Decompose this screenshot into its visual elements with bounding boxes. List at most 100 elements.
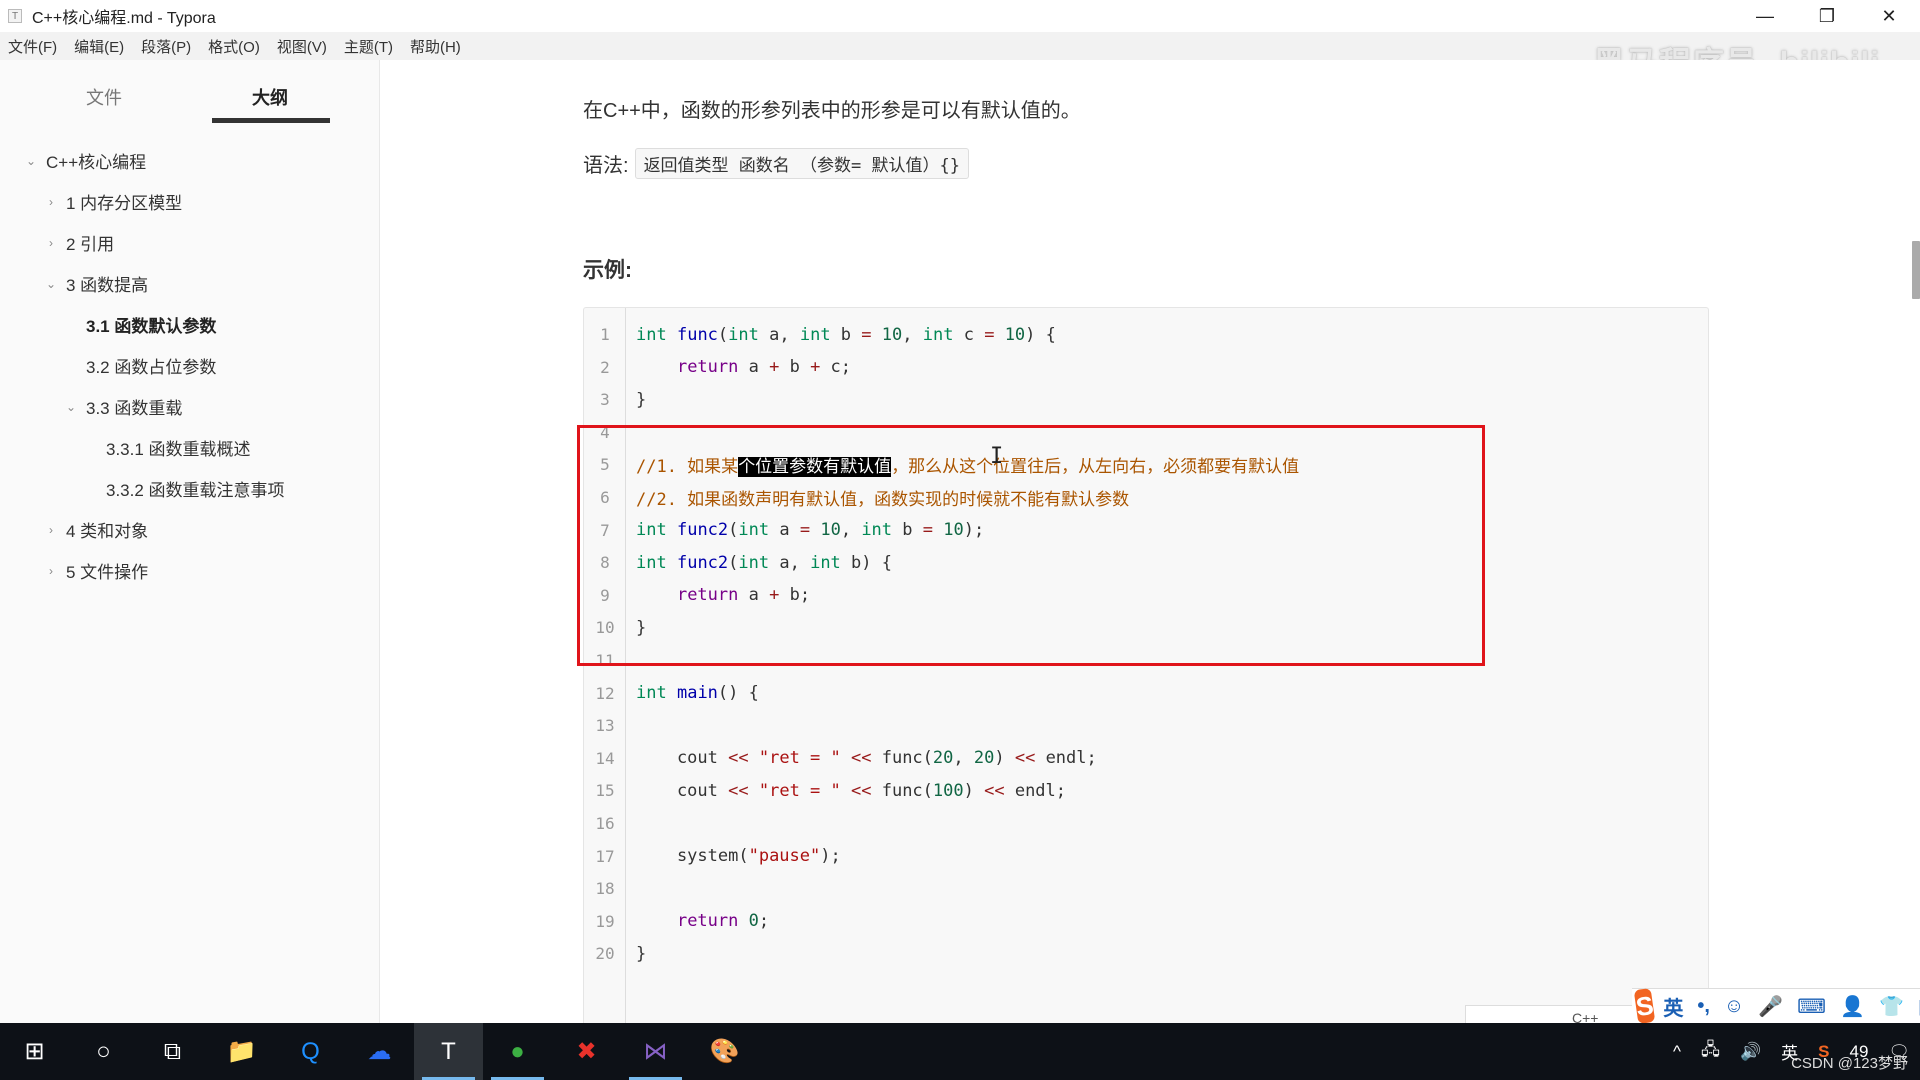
keyboard-icon[interactable]: ⌨ <box>1797 994 1826 1019</box>
active-tab-indicator <box>212 118 330 123</box>
punctuation-icon[interactable]: •, <box>1697 995 1710 1018</box>
line-number: 12 <box>595 683 615 703</box>
window-title: C++核心编程.md - Typora <box>32 10 216 27</box>
code-text: return a + b; <box>676 585 811 606</box>
menu-paragraph[interactable]: 段落(P) <box>141 36 191 57</box>
code-language-label[interactable]: C++ <box>1465 1005 1640 1026</box>
taskbar-xmind-icon[interactable]: ✖ <box>552 1023 621 1080</box>
line-number: 14 <box>595 748 615 768</box>
taskbar-visual-studio-icon[interactable]: ⋈ <box>621 1023 690 1080</box>
menu-theme[interactable]: 主题(T) <box>344 36 393 57</box>
taskbar-green-app-icon[interactable]: ● <box>483 1023 552 1080</box>
tab-files[interactable]: 文件 <box>86 84 122 110</box>
intro-paragraph: 在C++中，函数的形参列表中的形参是可以有默认值的。 <box>583 100 1081 122</box>
line-number: 9 <box>600 585 610 605</box>
line-number: 1 <box>600 325 610 344</box>
restore-button[interactable]: ❐ <box>1796 0 1858 32</box>
chevron-right-icon[interactable]: › <box>44 564 58 578</box>
taskbar-file-explorer-icon[interactable]: 📁 <box>207 1023 276 1080</box>
code-line: 6 //2. 如果函数声明有默认值，函数实现的时候就不能有默认参数 <box>584 481 1708 514</box>
ime-mode-toggle[interactable]: 英 <box>1663 992 1683 1021</box>
taskbar-paint-icon[interactable]: 🎨 <box>690 1023 759 1080</box>
syntax-code: 返回值类型 函数名 （参数= 默认值）{} <box>634 148 969 179</box>
taskbar-qq-browser-icon[interactable]: Q <box>276 1023 345 1080</box>
scrollbar-thumb[interactable] <box>1912 241 1920 299</box>
line-number: 4 <box>600 422 610 442</box>
code-line: 17 system("pause"); <box>584 840 1708 873</box>
outline-item-label: 3.3.2 函数重载注意事项 <box>106 481 285 500</box>
code-text: return 0; <box>676 911 770 932</box>
line-number: 3 <box>600 390 610 410</box>
editor-content[interactable]: 在C++中，函数的形参列表中的形参是可以有默认值的。 语法: 返回值类型 函数名… <box>381 60 1920 1023</box>
code-block[interactable]: 1 int func(int a, int b = 10, int c = 10)… <box>583 307 1709 1023</box>
code-line: 13 <box>584 709 1708 742</box>
outline-item[interactable]: 3.1 函数默认参数 <box>0 304 379 345</box>
tab-outline[interactable]: 大纲 <box>252 84 288 110</box>
code-text: int main() { <box>636 683 759 704</box>
tray-chevron-icon[interactable]: ^ <box>1673 1042 1681 1062</box>
minimize-button[interactable]: — <box>1734 0 1796 32</box>
close-button[interactable]: ✕ <box>1858 0 1920 32</box>
code-line: 10} <box>584 611 1708 644</box>
line-number: 18 <box>595 879 615 899</box>
line-number: 10 <box>595 618 615 638</box>
taskbar-search-icon[interactable]: ○ <box>69 1023 138 1080</box>
microphone-icon[interactable]: 🎤 <box>1758 994 1783 1019</box>
line-number: 11 <box>595 651 615 670</box>
outline-item-label: 3.1 函数默认参数 <box>86 317 217 336</box>
code-line: 9 return a + b; <box>584 579 1708 612</box>
code-line: 16 <box>584 807 1708 840</box>
code-text: cout << "ret = " << func(20, 20) << endl… <box>636 748 1097 769</box>
network-icon[interactable]: 🖧 <box>1701 1037 1720 1066</box>
menu-format[interactable]: 格式(O) <box>208 36 260 57</box>
outline-item[interactable]: › 2 引用 <box>0 222 379 263</box>
chevron-right-icon[interactable]: › <box>44 236 58 250</box>
taskbar-baidu-netdisk-icon[interactable]: ☁ <box>345 1023 414 1080</box>
code-line: 12 int main() { <box>584 677 1708 710</box>
outline-item-label: 1 内存分区模型 <box>66 194 183 213</box>
outline-item[interactable]: 3.3.1 函数重载概述 <box>0 427 379 468</box>
chevron-down-icon[interactable]: ⌄ <box>64 400 78 414</box>
menu-file[interactable]: 文件(F) <box>8 36 57 57</box>
line-number: 7 <box>600 520 610 540</box>
code-line: 20} <box>584 937 1708 970</box>
code-line: 7 int func2(int a = 10, int b = 10); <box>584 514 1708 547</box>
taskbar: ⊞ ○ ⧉ 📁 Q ☁ T ● ✖ ⋈ 🎨 ^ 🖧 🔊 英 S 49 🗨 <box>0 1023 1920 1080</box>
chevron-right-icon[interactable]: › <box>44 195 58 209</box>
chevron-right-icon[interactable]: › <box>44 523 58 537</box>
outline-item[interactable]: › 4 类和对象 <box>0 509 379 550</box>
ime-toolbar: S 英 •, ☺ 🎤 ⌨ 👤 👕 ▦ <box>1632 987 1920 1025</box>
outline-item[interactable]: 3.3.2 函数重载注意事项 <box>0 468 379 509</box>
menu-view[interactable]: 视图(V) <box>277 36 327 57</box>
menu-edit[interactable]: 编辑(E) <box>74 36 124 57</box>
emoji-icon[interactable]: ☺ <box>1724 995 1744 1018</box>
outline-item-label: 2 引用 <box>66 235 115 254</box>
taskbar-typora-icon[interactable]: T <box>414 1023 483 1080</box>
outline-item[interactable]: ⌄ 3 函数提高 <box>0 263 379 304</box>
volume-icon[interactable]: 🔊 <box>1740 1042 1761 1062</box>
code-line: 4 <box>584 416 1708 449</box>
outline-item[interactable]: › 5 文件操作 <box>0 550 379 591</box>
outline-item[interactable]: ⌄ C++核心编程 <box>0 140 379 181</box>
line-number: 20 <box>595 944 615 964</box>
line-number: 19 <box>595 911 615 931</box>
syntax-line: 语法: 返回值类型 函数名 （参数= 默认值）{} <box>583 148 969 179</box>
taskbar-start-icon[interactable]: ⊞ <box>0 1023 69 1080</box>
outline-tree: ⌄ C++核心编程 › 1 内存分区模型 › 2 引用 ⌄ 3 函数提高 3.1 函数默认参数 3… <box>0 140 379 591</box>
line-number: 2 <box>600 357 610 377</box>
chevron-down-icon[interactable]: ⌄ <box>24 154 38 168</box>
code-text: } <box>636 943 647 964</box>
title-bar: T C++核心编程.md - Typora — ❐ ✕ <box>0 0 1920 32</box>
outline-item[interactable]: ⌄ 3.3 函数重载 <box>0 386 379 427</box>
skin-icon[interactable]: 👕 <box>1879 994 1904 1019</box>
user-icon[interactable]: 👤 <box>1840 994 1865 1019</box>
sogou-logo-icon[interactable]: S <box>1633 987 1656 1025</box>
outline-item-label: 3.3 函数重载 <box>86 399 183 418</box>
chevron-down-icon[interactable]: ⌄ <box>44 277 58 291</box>
outline-item[interactable]: › 1 内存分区模型 <box>0 181 379 222</box>
taskbar-task-view-icon[interactable]: ⧉ <box>138 1023 207 1080</box>
code-line: 2 return a + b + c; <box>584 351 1708 384</box>
menu-help[interactable]: 帮助(H) <box>410 36 461 57</box>
outline-item[interactable]: 3.2 函数占位参数 <box>0 345 379 386</box>
sidebar: 文件 大纲 ⌄ C++核心编程 › 1 内存分区模型 › 2 引用 ⌄ 3 函数提高 3.1 函… <box>0 60 380 1023</box>
